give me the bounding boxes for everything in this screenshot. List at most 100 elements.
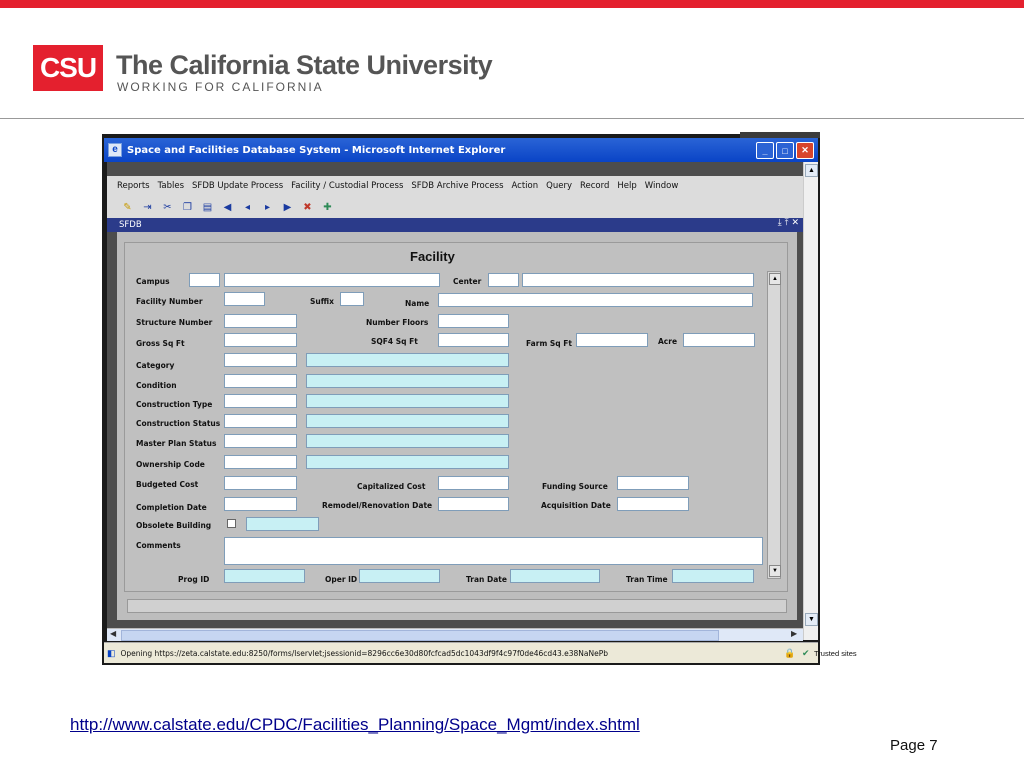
ownership-description-field (306, 455, 509, 469)
horizontal-scroll-thumb[interactable] (121, 630, 719, 641)
number-floors-label: Number Floors (366, 318, 429, 327)
ownership-code-label: Ownership Code (136, 460, 205, 469)
capitalized-cost-field[interactable] (438, 476, 509, 490)
form-scrollbar[interactable]: ▲ ▼ (767, 271, 781, 579)
menu-query[interactable]: Query (546, 181, 572, 191)
scroll-up-icon[interactable]: ▲ (805, 164, 818, 177)
acre-label: Acre (658, 337, 678, 346)
acquisition-date-label: Acquisition Date (541, 501, 611, 510)
ownership-code-field[interactable] (224, 455, 297, 469)
trusted-sites-icon: ✔ (802, 647, 810, 658)
condition-code-field[interactable] (224, 374, 297, 388)
master-plan-status-code-field[interactable] (224, 434, 297, 448)
campus-name-field[interactable] (224, 273, 440, 287)
name-field[interactable] (438, 293, 753, 307)
center-code-field[interactable] (488, 273, 519, 287)
comments-label: Comments (136, 541, 181, 550)
center-label: Center (453, 277, 482, 286)
construction-status-code-field[interactable] (224, 414, 297, 428)
cut-icon[interactable]: ✂ (161, 201, 174, 214)
form-scroll-down-icon[interactable]: ▼ (769, 565, 781, 577)
save-icon[interactable]: ✎ (121, 201, 134, 214)
obsolete-building-description-field (246, 517, 319, 531)
last-record-icon[interactable]: ▶ (281, 201, 294, 214)
gross-sq-ft-field[interactable] (224, 333, 297, 347)
tran-date-field (510, 569, 600, 583)
campus-code-field[interactable] (189, 273, 220, 287)
top-red-bar (0, 0, 1024, 8)
tran-time-label: Tran Time (626, 575, 668, 584)
menu-tables[interactable]: Tables (158, 181, 184, 191)
suffix-field[interactable] (340, 292, 364, 306)
status-message: Opening https://zeta.calstate.edu:8250/f… (120, 648, 608, 658)
sqf4-sq-ft-field[interactable] (438, 333, 509, 347)
menu-sfdb-update-process[interactable]: SFDB Update Process (192, 181, 283, 191)
inner-window-controls-icon[interactable]: ⤓ ⤒ ✕ (778, 218, 799, 228)
construction-type-label: Construction Type (136, 400, 213, 409)
construction-type-code-field[interactable] (224, 394, 297, 408)
master-plan-status-label: Master Plan Status (136, 439, 217, 448)
menu-window[interactable]: Window (645, 181, 679, 191)
page-loading-icon: ◧ (107, 647, 116, 658)
acquisition-date-field[interactable] (617, 497, 689, 511)
close-icon[interactable]: ✕ (796, 142, 814, 159)
remodel-renovation-date-field[interactable] (438, 497, 509, 511)
remodel-renovation-date-label: Remodel/Renovation Date (322, 501, 433, 510)
menu-sfdb-archive-process[interactable]: SFDB Archive Process (411, 181, 503, 191)
exit-icon[interactable]: ⇥ (141, 201, 154, 214)
copy-icon[interactable]: ❐ (181, 201, 194, 214)
capitalized-cost-label: Capitalized Cost (357, 482, 426, 491)
form-scroll-up-icon[interactable]: ▲ (769, 273, 781, 285)
inner-window-titlebar: SFDB ⤓ ⤒ ✕ (107, 218, 803, 232)
structure-number-field[interactable] (224, 314, 297, 328)
scroll-left-icon[interactable]: ◀ (110, 629, 116, 638)
insert-record-icon[interactable]: ✚ (321, 201, 334, 214)
form-title: Facility (410, 249, 455, 264)
tran-time-field (672, 569, 754, 583)
menu-reports[interactable]: Reports (117, 181, 150, 191)
scroll-right-icon[interactable]: ▶ (791, 629, 797, 638)
number-floors-field[interactable] (438, 314, 509, 328)
campus-label: Campus (136, 277, 170, 286)
menu-record[interactable]: Record (580, 181, 609, 191)
center-name-field[interactable] (522, 273, 754, 287)
completion-date-field[interactable] (224, 497, 297, 511)
next-record-icon[interactable]: ▸ (261, 201, 274, 214)
menu-help[interactable]: Help (617, 181, 636, 191)
window-controls: _ □ ✕ (756, 142, 814, 159)
funding-source-field[interactable] (617, 476, 689, 490)
first-record-icon[interactable]: ◀ (221, 201, 234, 214)
category-label: Category (136, 361, 175, 370)
category-code-field[interactable] (224, 353, 297, 367)
form-status-line (127, 599, 787, 613)
menu-action[interactable]: Action (512, 181, 539, 191)
construction-status-label: Construction Status (136, 419, 221, 428)
farm-sq-ft-field[interactable] (576, 333, 648, 347)
tran-date-label: Tran Date (466, 575, 507, 584)
previous-record-icon[interactable]: ◂ (241, 201, 254, 214)
paste-icon[interactable]: ▤ (201, 201, 214, 214)
trusted-sites-label: Trusted sites (814, 648, 857, 658)
maximize-icon[interactable]: □ (776, 142, 794, 159)
name-label: Name (405, 299, 430, 308)
construction-type-description-field (306, 394, 509, 408)
obsolete-building-label: Obsolete Building (136, 521, 212, 530)
browser-horizontal-scrollbar[interactable]: ◀ ▶ (107, 628, 803, 641)
facility-number-label: Facility Number (136, 297, 203, 306)
facility-number-field[interactable] (224, 292, 265, 306)
budgeted-cost-field[interactable] (224, 476, 297, 490)
footer-link[interactable]: http://www.calstate.edu/CPDC/Facilities_… (70, 715, 640, 735)
minimize-icon[interactable]: _ (756, 142, 774, 159)
oper-id-label: Oper ID (325, 575, 358, 584)
ie-titlebar: e Space and Facilities Database System -… (104, 138, 818, 162)
obsolete-building-checkbox[interactable] (227, 519, 236, 528)
csu-logo: CSU (33, 45, 103, 91)
comments-textarea[interactable] (224, 537, 763, 565)
delete-record-icon[interactable]: ✖ (301, 201, 314, 214)
ie-status-bar: ◧ Opening https://zeta.calstate.edu:8250… (104, 642, 857, 663)
acre-field[interactable] (683, 333, 755, 347)
scroll-down-icon[interactable]: ▼ (805, 613, 818, 626)
sqf4-sq-ft-label: SQF4 Sq Ft (371, 337, 418, 346)
browser-vertical-scrollbar[interactable]: ▲ ▼ (803, 162, 818, 640)
menu-facility-custodial-process[interactable]: Facility / Custodial Process (291, 181, 403, 191)
